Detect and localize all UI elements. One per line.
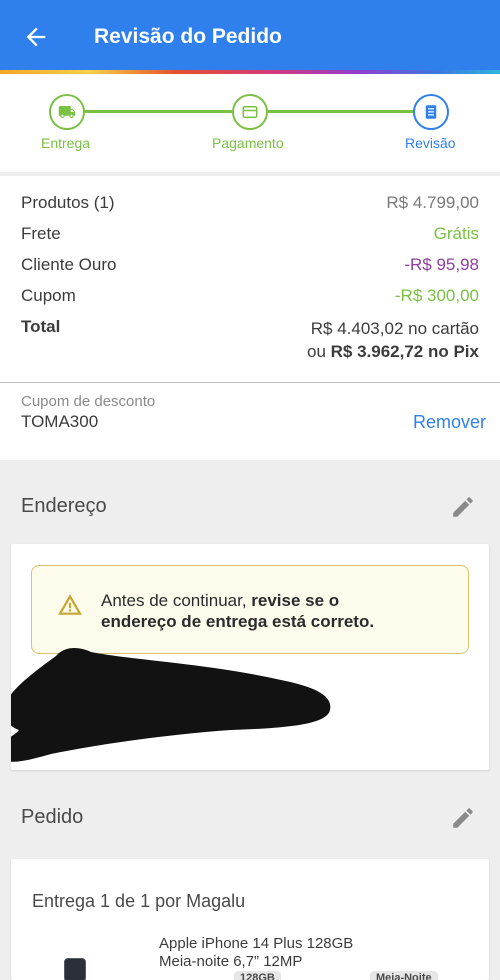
coupon-value: -R$ 300,00 — [394, 286, 479, 305]
summary-row-total: Total R$ 4.403,02 no cartão ou R$ 3.962,… — [21, 317, 479, 367]
step-review[interactable] — [413, 94, 449, 130]
app-bar: Revisão do Pedido — [0, 0, 500, 70]
redacted-address-scribble — [11, 648, 331, 762]
step-connector — [84, 110, 232, 113]
products-label: Produtos (1) — [21, 193, 115, 212]
total-pix-line: ou R$ 3.962,72 no Pix — [307, 340, 479, 363]
arrow-left-icon[interactable] — [22, 23, 50, 51]
coupon-label: Cupom — [21, 286, 76, 305]
total-pix-value: R$ 3.962,72 no Pix — [330, 342, 479, 361]
step-delivery[interactable] — [49, 94, 85, 130]
summary-row-products: Produtos (1) R$ 4.799,00 — [21, 193, 479, 217]
page-title: Revisão do Pedido — [94, 25, 282, 48]
edit-order-pencil-icon[interactable] — [450, 805, 476, 831]
product-thumbnail[interactable] — [64, 958, 86, 980]
product-color-chip: Meia-Noite — [370, 971, 438, 980]
step-connector — [268, 110, 414, 113]
address-card: Antes de continuar, revise se o endereço… — [11, 544, 489, 770]
edit-address-pencil-icon[interactable] — [450, 494, 476, 520]
order-section-title: Pedido — [21, 806, 84, 828]
order-summary: Produtos (1) R$ 4.799,00 Frete Grátis Cl… — [0, 176, 500, 384]
truck-icon — [58, 106, 76, 118]
shipping-label: Frete — [21, 224, 61, 243]
gold-client-value: -R$ 95,98 — [404, 255, 479, 274]
checkout-stepper: Entrega Pagamento Revisão — [0, 74, 500, 172]
product-name-line2: Meia-noite 6,7” 12MP — [159, 953, 303, 970]
step-label-review: Revisão — [405, 135, 456, 151]
document-icon — [425, 105, 437, 119]
summary-row-gold-client: Cliente Ouro -R$ 95,98 — [21, 255, 479, 279]
summary-row-shipping: Frete Grátis — [21, 224, 479, 248]
remove-coupon-button[interactable]: Remover — [413, 412, 486, 433]
total-label: Total — [21, 317, 61, 336]
products-value: R$ 4.799,00 — [386, 193, 479, 212]
coupon-code: TOMA300 — [21, 412, 99, 431]
product-name-line1: Apple iPhone 14 Plus 128GB — [159, 935, 354, 952]
step-label-payment: Pagamento — [212, 135, 284, 151]
coupon-caption: Cupom de desconto — [21, 393, 156, 410]
product-name[interactable]: Apple iPhone 14 Plus 128GB Meia-noite 6,… — [159, 935, 353, 971]
coupon-section: Cupom de desconto TOMA300 Remover — [0, 383, 500, 460]
summary-row-coupon: Cupom -R$ 300,00 — [21, 286, 479, 310]
delivery-title: Entrega 1 de 1 por Magalu — [32, 891, 246, 911]
product-storage-chip: 128GB — [234, 971, 281, 980]
address-section-title: Endereço — [21, 495, 107, 517]
total-values: R$ 4.403,02 no cartão ou R$ 3.962,72 no … — [307, 317, 479, 363]
step-payment[interactable] — [232, 94, 268, 130]
total-pix-prefix: ou — [306, 342, 331, 361]
step-label-delivery: Entrega — [41, 135, 91, 151]
gold-client-label: Cliente Ouro — [21, 255, 117, 274]
credit-card-icon — [242, 106, 258, 118]
shipping-value: Grátis — [433, 224, 479, 243]
total-card: R$ 4.403,02 no cartão — [310, 319, 479, 338]
